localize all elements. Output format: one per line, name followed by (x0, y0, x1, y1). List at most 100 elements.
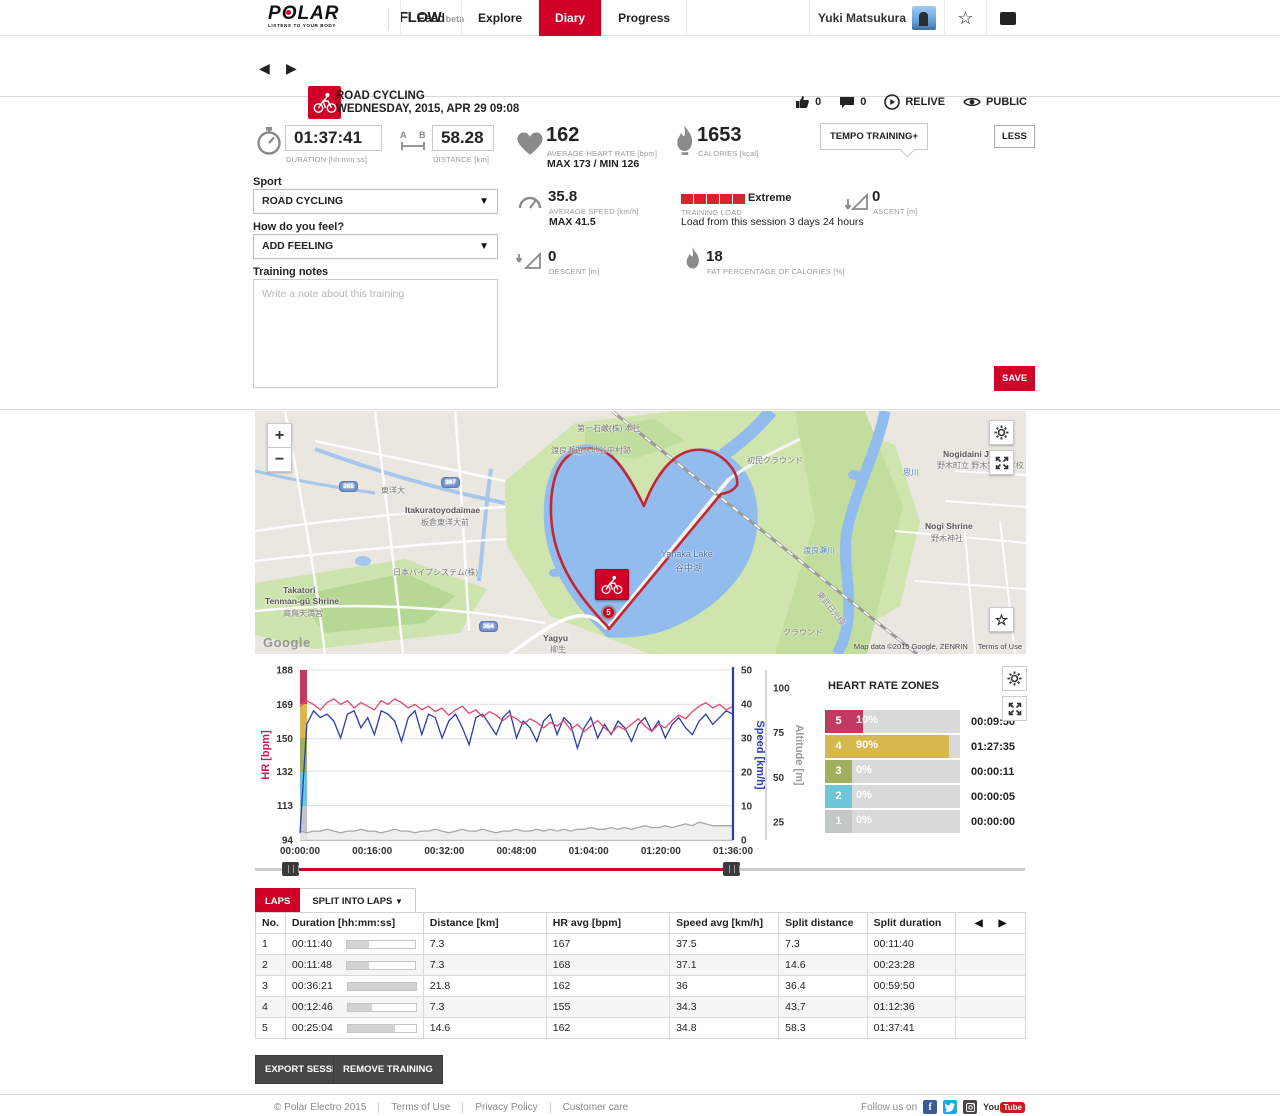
chevron-down-icon: ▼ (395, 897, 403, 906)
visibility-button[interactable]: PUBLIC (963, 96, 1027, 108)
chart-fullscreen-button[interactable] (1002, 696, 1027, 721)
cyclist-icon (600, 574, 624, 596)
zone-bar: 10% (852, 710, 960, 733)
training-benefit-bubble[interactable]: TEMPO TRAINING+ (820, 123, 928, 150)
fat-pct-label: FAT PERCENTAGE OF CALORIES [%] (707, 267, 845, 276)
laps-header[interactable]: Speed avg [km/h] (670, 913, 779, 934)
facebook-icon[interactable]: f (923, 1100, 937, 1114)
laps-prev-page-arrow[interactable]: ◀ (975, 918, 983, 929)
gear-icon (1007, 671, 1022, 686)
zone-time: 01:27:35 (971, 741, 1015, 753)
lap-marker-badge[interactable]: 5 (601, 605, 616, 620)
star-icon: ☆ (995, 611, 1008, 629)
map-fullscreen-button[interactable] (989, 450, 1014, 475)
messages-button[interactable] (986, 0, 1028, 36)
lap-no: 5 (256, 1018, 286, 1039)
hr-minmax: MAX 173 / MIN 126 (547, 158, 639, 170)
chart-settings-button[interactable] (1002, 666, 1027, 691)
instagram-icon[interactable] (963, 1100, 977, 1114)
svg-text:10: 10 (741, 802, 753, 813)
prev-session-arrow[interactable]: ◀ (259, 60, 270, 77)
svg-text:00:32:00: 00:32:00 (424, 846, 464, 857)
lap-row-3[interactable]: 300:36:2121.81623636.400:59:50 (256, 976, 1026, 997)
map-favorite-button[interactable]: ☆ (989, 607, 1014, 632)
series-speed (300, 711, 733, 833)
lap-row-1[interactable]: 100:11:407.316737.57.300:11:40 (256, 934, 1026, 955)
chevron-down-icon: ▼ (479, 235, 489, 258)
lap-duration: 00:11:40 (285, 934, 423, 955)
customer-care-link[interactable]: Customer care (551, 1102, 641, 1113)
slider-handle-right[interactable] (723, 862, 740, 876)
polar-logo[interactable]: POLAR LISTENS TO YOUR BODY (268, 5, 388, 28)
lap-hr-avg: 162 (546, 1018, 669, 1039)
laps-header[interactable]: HR avg [bpm] (546, 913, 669, 934)
main-nav: Feed Explore Diary Progress (400, 0, 687, 36)
comment-button[interactable]: 0 (839, 96, 866, 109)
relive-button[interactable]: RELIVE (884, 94, 945, 110)
training-notes-input[interactable] (253, 279, 498, 388)
lap-split-distance: 14.6 (779, 955, 868, 976)
session-header: ◀ ▶ ROAD CYCLING WEDNESDAY, 2015, APR 29… (0, 36, 1280, 97)
route-marker[interactable] (595, 569, 629, 600)
next-session-arrow[interactable]: ▶ (286, 60, 297, 77)
map-zoom-out-button[interactable]: − (267, 447, 292, 472)
twitter-icon[interactable] (943, 1100, 957, 1114)
ascent-icon (845, 191, 869, 211)
distance-label: DISTANCE [km] (433, 155, 489, 164)
map-settings-button[interactable] (989, 420, 1014, 445)
sport-dropdown[interactable]: ROAD CYCLING ▼ (253, 189, 498, 214)
svg-text:01:04:00: 01:04:00 (569, 846, 609, 857)
zone-bar: 0% (852, 760, 960, 783)
star-icon: ☆ (957, 8, 973, 29)
zone-row-2[interactable]: 20%00:00:05 (825, 785, 1026, 808)
zone-bar: 0% (852, 810, 960, 833)
svg-text:25: 25 (773, 818, 785, 829)
descent-label: DESCENT [m] (549, 267, 599, 276)
tab-feed[interactable]: Feed (400, 0, 462, 36)
laps-header[interactable]: Split distance (779, 913, 868, 934)
map-terms-link[interactable]: Terms of Use (978, 642, 1022, 651)
session-date: WEDNESDAY, 2015, APR 29 09:08 (336, 103, 519, 115)
lap-row-4[interactable]: 400:12:467.315534.343.701:12:36 (256, 997, 1026, 1018)
svg-text:50: 50 (741, 666, 753, 677)
less-button[interactable]: LESS (994, 125, 1035, 148)
lap-row-5[interactable]: 500:25:0414.616234.858.301:37:41 (256, 1018, 1026, 1039)
lap-no: 1 (256, 934, 286, 955)
terms-link[interactable]: Terms of Use (379, 1102, 463, 1113)
laps-header[interactable]: Distance [km] (423, 913, 546, 934)
zone-row-4[interactable]: 490%01:27:35 (825, 735, 1026, 758)
tab-progress[interactable]: Progress (602, 0, 687, 36)
session-title: ROAD CYCLING (336, 90, 425, 102)
tab-laps[interactable]: LAPS (255, 888, 300, 915)
zone-number: 2 (825, 785, 852, 808)
laps-next-page-arrow[interactable]: ▶ (999, 918, 1007, 929)
lap-duration-bar (347, 1024, 417, 1033)
zone-row-3[interactable]: 30%00:00:11 (825, 760, 1026, 783)
remove-training-button[interactable]: REMOVE TRAINING (333, 1055, 443, 1084)
favorites-button[interactable]: ☆ (944, 0, 986, 36)
duration-value[interactable]: 01:37:41 (285, 125, 382, 151)
laps-header[interactable]: No. (256, 913, 286, 934)
laps-header[interactable]: Split duration (867, 913, 955, 934)
slider-handle-left[interactable] (282, 862, 299, 876)
privacy-link[interactable]: Privacy Policy (463, 1102, 550, 1113)
tab-explore[interactable]: Explore (462, 0, 539, 36)
laps-header[interactable]: Duration [hh:mm:ss] (285, 913, 423, 934)
feeling-dropdown[interactable]: ADD FEELING ▼ (253, 234, 498, 259)
route-map[interactable]: 第一石鹸(株) 本社渡良瀬遊水地谷中村跡初民クラウンドNogidaini JHS… (255, 411, 1026, 654)
zone-row-1[interactable]: 10%00:00:00 (825, 810, 1026, 833)
user-menu[interactable]: Yuki Matsukura (809, 0, 944, 36)
map-zoom-in-button[interactable]: + (267, 423, 292, 448)
tab-diary[interactable]: Diary (539, 0, 602, 36)
tab-split-into-laps[interactable]: SPLIT INTO LAPS ▼ (300, 888, 416, 915)
zone-number: 1 (825, 810, 852, 833)
distance-value[interactable]: 58.28 (432, 125, 494, 151)
save-button[interactable]: SAVE (994, 366, 1035, 391)
youtube-icon[interactable]: YouTube (983, 1102, 1025, 1113)
zone-row-5[interactable]: 510%00:09:50 (825, 710, 1026, 733)
lap-row-2[interactable]: 200:11:487.316837.114.600:23:28 (256, 955, 1026, 976)
like-button[interactable]: 0 (795, 95, 821, 109)
training-load-block (694, 194, 706, 204)
lap-row-spacer (956, 934, 1026, 955)
svg-text:01:20:00: 01:20:00 (641, 846, 681, 857)
